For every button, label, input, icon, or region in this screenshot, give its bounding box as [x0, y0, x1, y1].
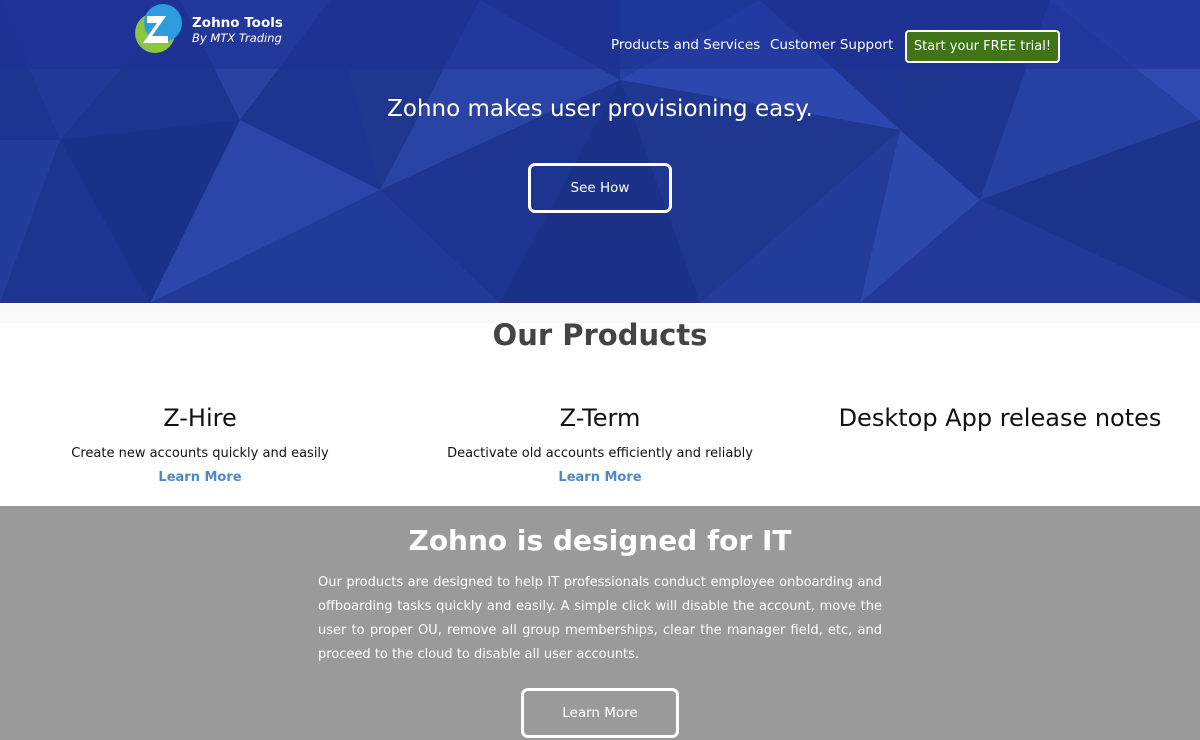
logo-title: Zohno Tools: [192, 15, 283, 31]
product-name: Z-Term: [559, 404, 641, 432]
product-card-release-notes[interactable]: Desktop App release notes: [800, 402, 1200, 434]
it-section: Zohno is designed for IT Our products ar…: [0, 506, 1200, 740]
product-description: Create new accounts quickly and easily: [71, 446, 329, 461]
product-name: Z-Hire: [163, 404, 237, 432]
hero-section: Zohno Tools By MTX Trading Products and …: [0, 0, 1200, 303]
zohno-z-logo-icon: [135, 4, 182, 53]
see-how-button[interactable]: See How: [528, 163, 672, 213]
it-section-title: Zohno is designed for IT: [408, 524, 792, 557]
z-hire-learn-more-link[interactable]: Learn More: [158, 470, 241, 485]
it-section-body: Our products are designed to help IT pro…: [318, 575, 882, 662]
hero-tagline: Zohno makes user provisioning easy.: [387, 96, 813, 122]
product-card-z-term: Z-Term Deactivate old accounts efficient…: [400, 402, 800, 485]
product-name[interactable]: Desktop App release notes: [800, 402, 1200, 434]
free-trial-button[interactable]: Start your FREE trial!: [905, 30, 1060, 63]
logo[interactable]: Zohno Tools By MTX Trading: [133, 3, 293, 59]
nav-products-and-services[interactable]: Products and Services: [611, 37, 760, 53]
z-term-learn-more-link[interactable]: Learn More: [558, 470, 641, 485]
product-card-z-hire: Z-Hire Create new accounts quickly and e…: [0, 402, 400, 485]
products-title: Our Products: [492, 318, 708, 352]
it-learn-more-button[interactable]: Learn More: [521, 688, 679, 738]
logo-subtitle: By MTX Trading: [192, 31, 282, 45]
product-description: Deactivate old accounts efficiently and …: [447, 446, 753, 461]
nav-customer-support[interactable]: Customer Support: [770, 37, 893, 53]
